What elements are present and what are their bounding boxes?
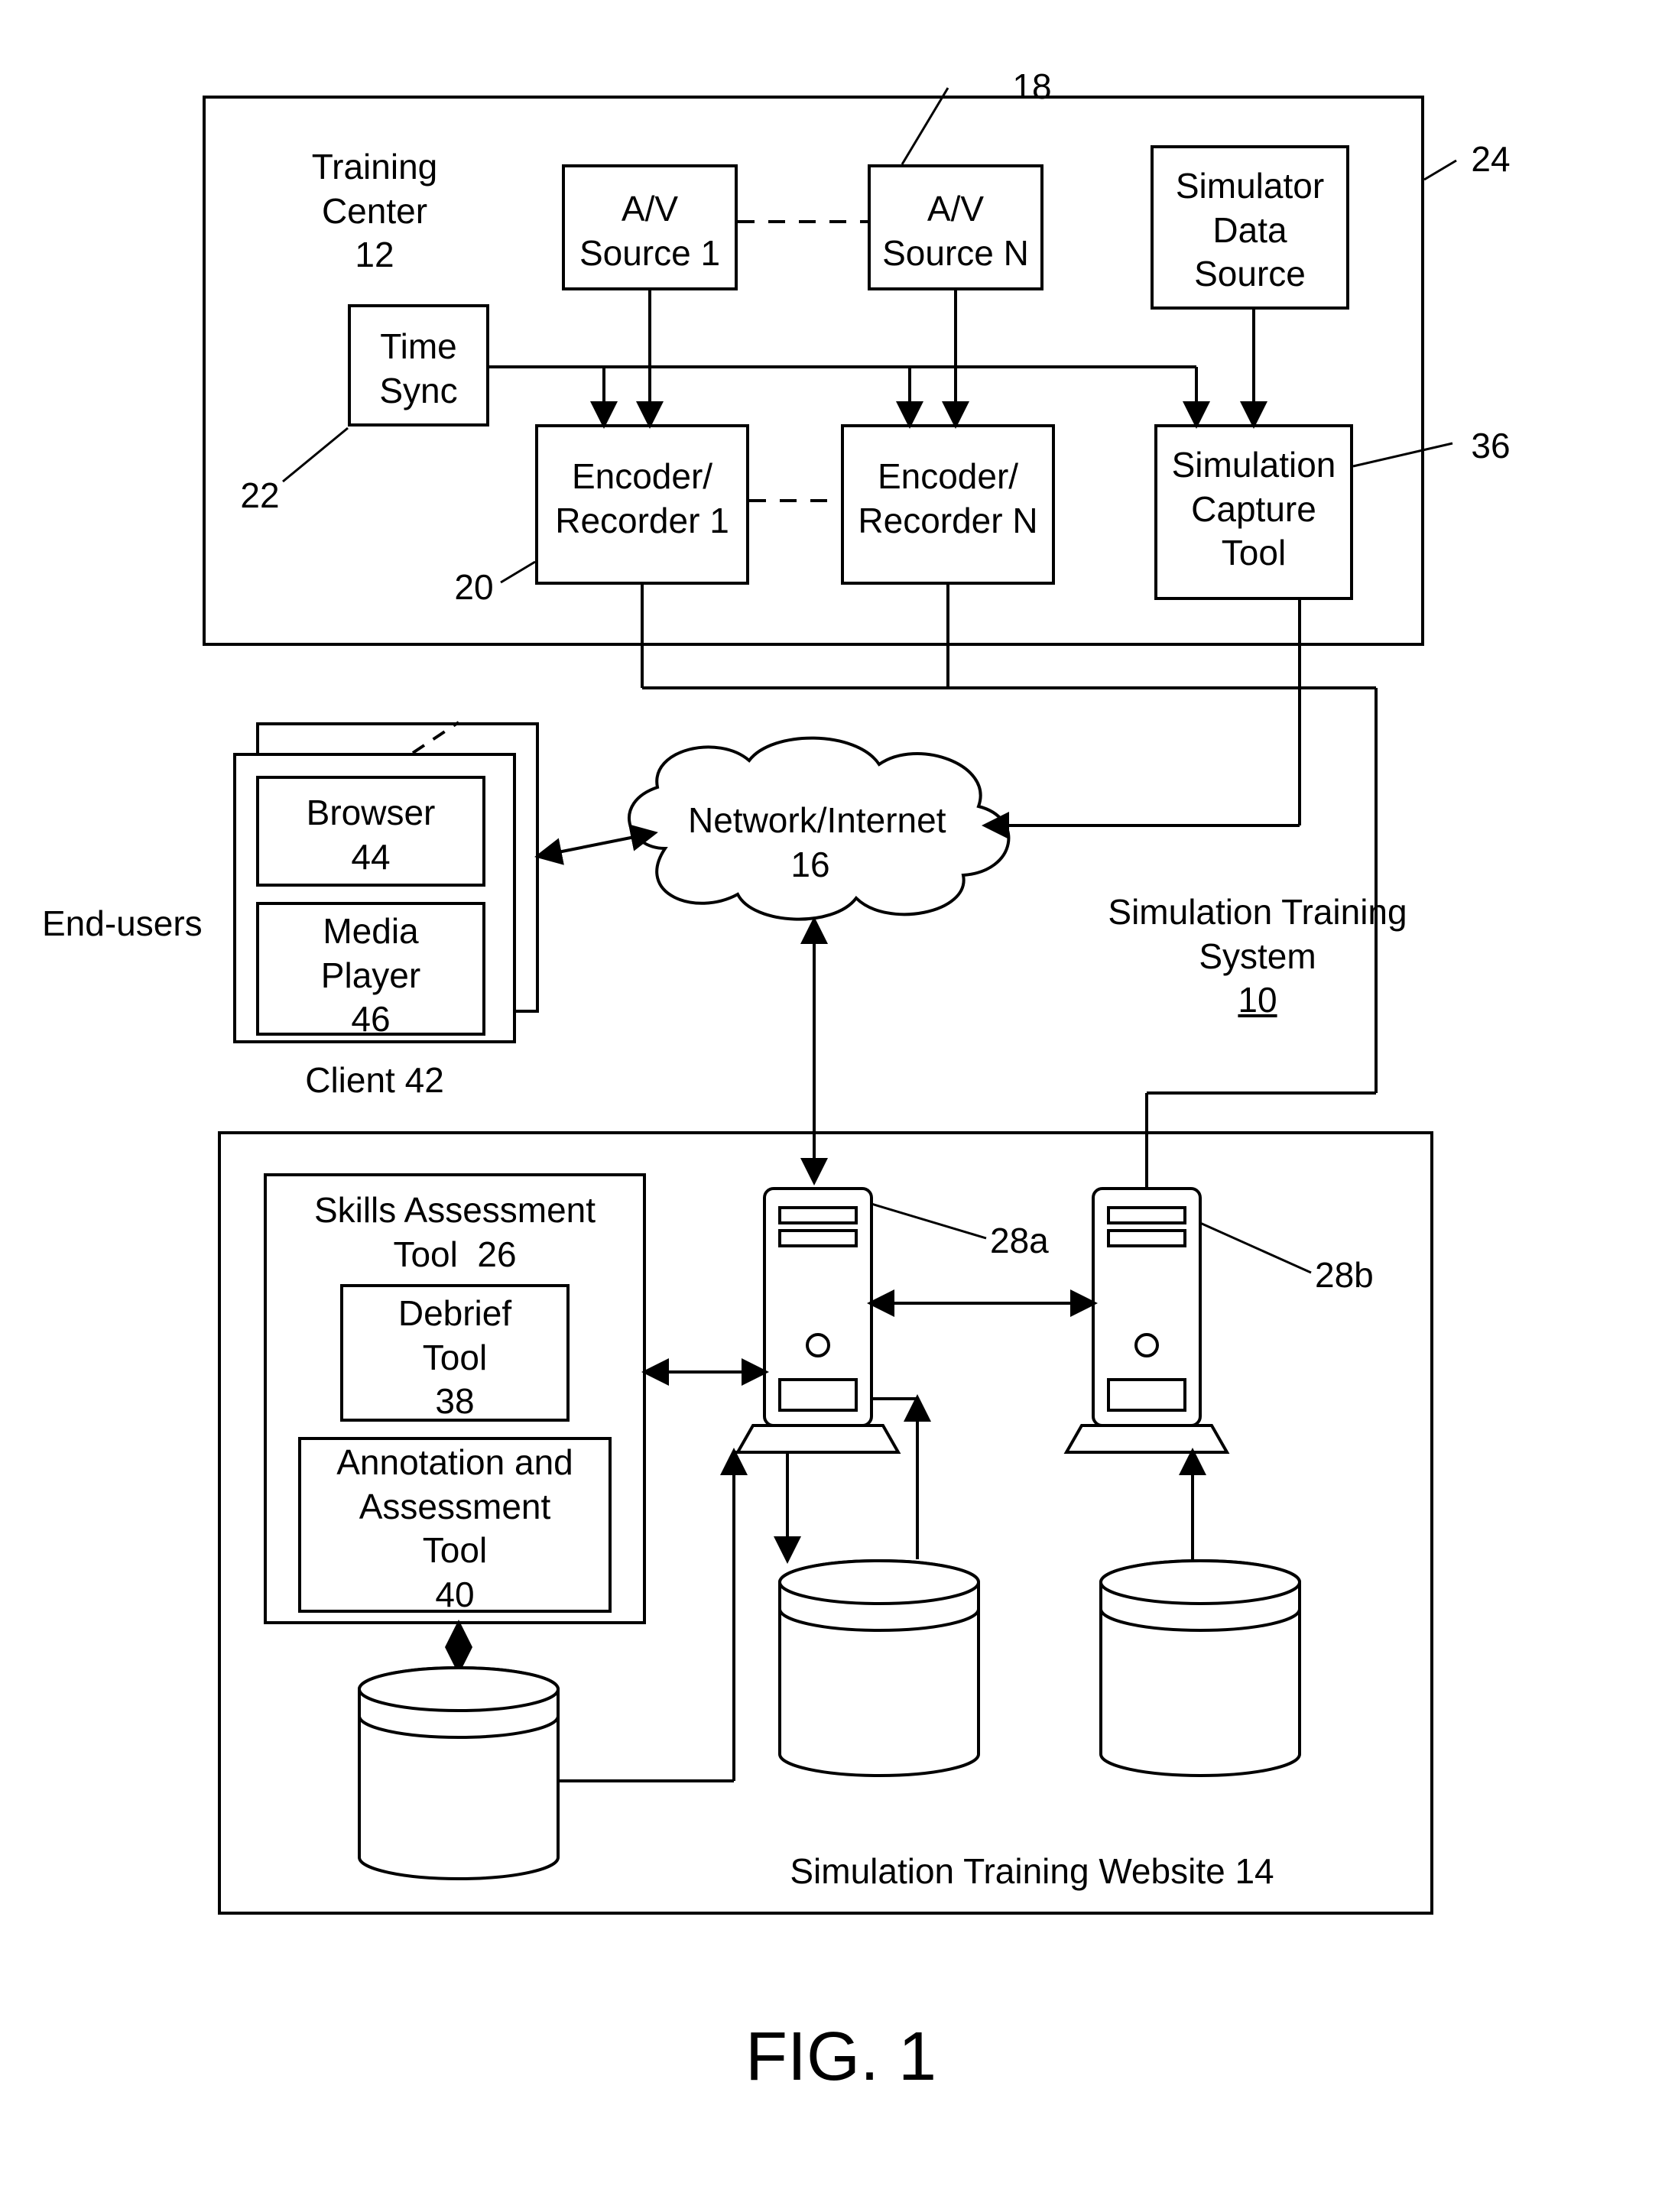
connectors [0,0,1678,2212]
diagram-page: Training Center 12 A/V Source 1 A/V Sour… [0,0,1678,2212]
